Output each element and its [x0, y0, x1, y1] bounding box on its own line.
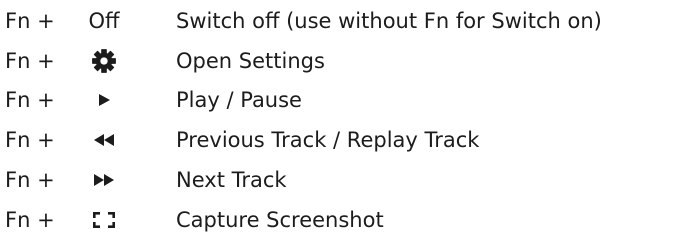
fn-modifier: Fn +	[5, 9, 55, 33]
gear-icon	[72, 45, 136, 77]
fast-forward-icon	[72, 164, 136, 196]
screenshot-icon	[72, 204, 136, 236]
fn-modifier: Fn +	[5, 49, 55, 73]
off-key: Off	[72, 5, 136, 37]
play-icon	[72, 84, 136, 116]
shortcut-description: Play / Pause	[176, 88, 302, 112]
fn-modifier: Fn +	[5, 88, 55, 112]
shortcut-row-switch-off: Fn + Off Switch off (use without Fn for …	[0, 5, 675, 37]
shortcut-description: Switch off (use without Fn for Switch on…	[176, 9, 602, 33]
shortcut-list: Fn + Off Switch off (use without Fn for …	[0, 0, 675, 243]
shortcut-row-screenshot: Fn + Capture Screenshot	[0, 204, 675, 236]
shortcut-row-next-track: Fn + Next Track	[0, 164, 675, 196]
shortcut-description: Open Settings	[176, 49, 325, 73]
rewind-icon	[72, 124, 136, 156]
shortcut-row-settings: Fn + Open Settings	[0, 45, 675, 77]
shortcut-description: Next Track	[176, 168, 287, 192]
off-key-label: Off	[88, 9, 120, 33]
fn-modifier: Fn +	[5, 128, 55, 152]
shortcut-description: Capture Screenshot	[176, 208, 384, 232]
fn-modifier: Fn +	[5, 208, 55, 232]
fn-modifier: Fn +	[5, 168, 55, 192]
shortcut-description: Previous Track / Replay Track	[176, 128, 480, 152]
shortcut-row-previous-track: Fn + Previous Track / Replay Track	[0, 124, 675, 156]
shortcut-row-play-pause: Fn + Play / Pause	[0, 84, 675, 116]
